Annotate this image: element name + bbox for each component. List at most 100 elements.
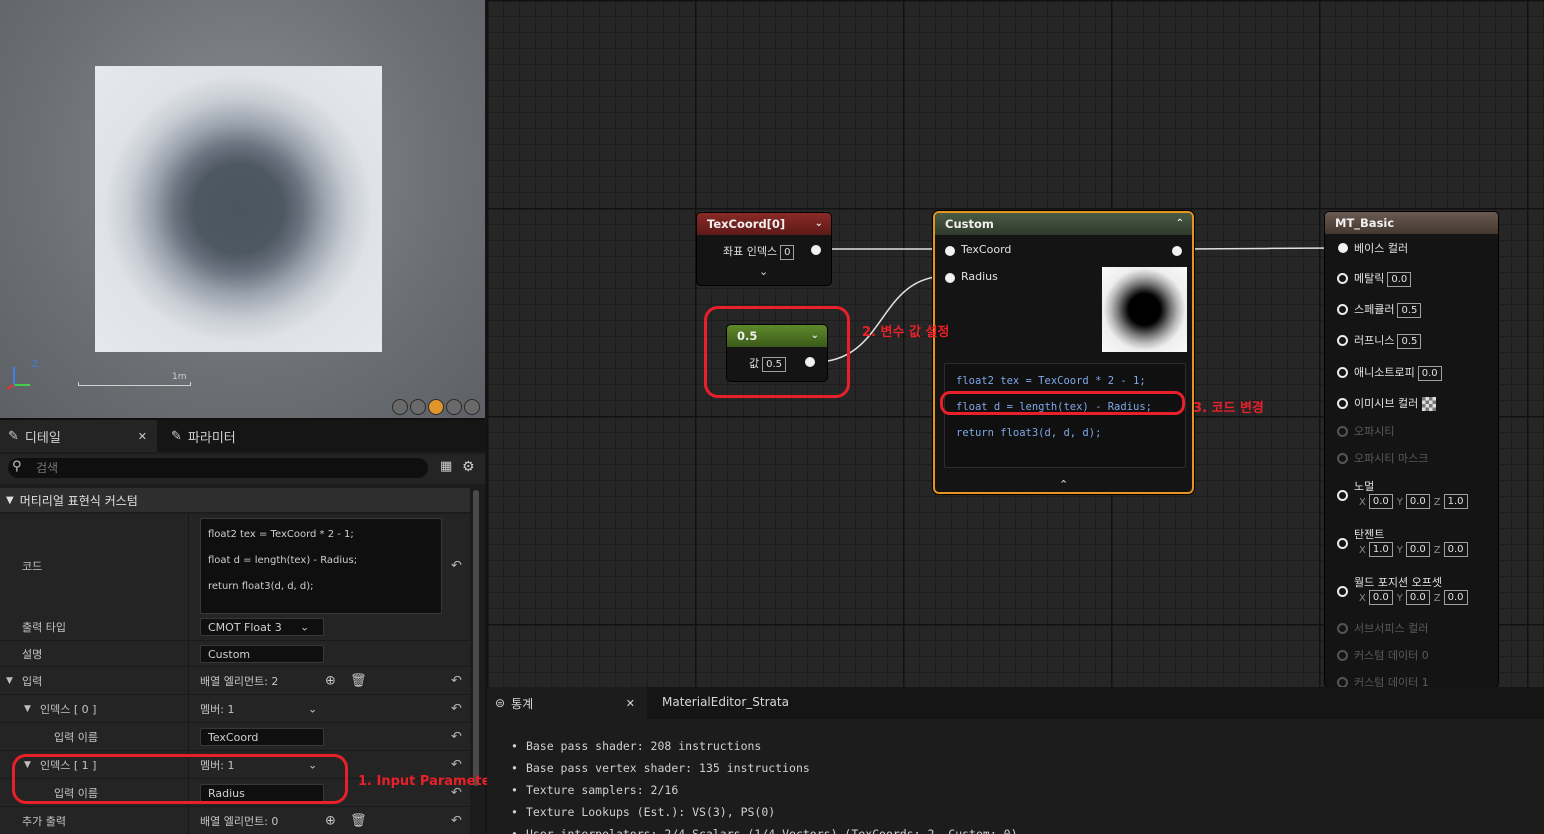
texcoord-output-pin[interactable]	[811, 245, 821, 255]
material-graph[interactable]: TexCoord[0] ⌄ 좌표 인덱스 0 ⌄ 0.5 ⌄ 값 0.5 Custo…	[487, 0, 1544, 687]
reset-arrow-icon[interactable]: ↶	[451, 673, 462, 688]
tab-details[interactable]: ✎ 디테일 ✕	[0, 420, 157, 452]
pencil-icon: ✎	[171, 428, 182, 444]
inputs-count: 배열 엘리먼트: 2	[200, 674, 279, 688]
code-line: float2 tex = TexCoord * 2 - 1;	[208, 529, 354, 540]
sphere-shape-button[interactable]	[410, 399, 426, 415]
metallic-value[interactable]: 0.0	[1387, 271, 1412, 287]
material-result-node[interactable]: MT_Basic 베이스 컬러 메탈릭 0.0 스페큘러 0.5 러프니스 0.5 애…	[1325, 212, 1498, 687]
tab-material-editor-strata[interactable]: MaterialEditor_Strata	[662, 695, 789, 709]
search-input[interactable]	[36, 460, 416, 476]
description-label: 설명	[22, 647, 43, 661]
reset-arrow-icon[interactable]: ↶	[451, 813, 462, 828]
input-name-0-field[interactable]: TexCoord	[200, 727, 324, 746]
custom-data-0-pin	[1337, 650, 1348, 661]
material-result-header[interactable]: MT_Basic	[1325, 212, 1498, 234]
extra-output-count: 배열 엘리먼트: 0	[200, 814, 279, 828]
anisotropy-value[interactable]: 0.0	[1417, 365, 1442, 381]
tab-parameters[interactable]: ✎ 파라미터	[163, 420, 244, 452]
custom-code-area[interactable]: float2 tex = TexCoord * 2 - 1; float d = …	[944, 363, 1186, 468]
reset-arrow-icon[interactable]: ↶	[451, 558, 462, 573]
specular-value[interactable]: 0.5	[1397, 302, 1422, 318]
custom-input-label: Radius	[961, 270, 998, 283]
chevron-down-icon: ▼	[6, 675, 13, 686]
base-color-label: 베이스 컬러	[1354, 242, 1409, 255]
description-row: 설명 Custom	[0, 641, 470, 667]
world-position-offset-vector: X 0.0 Y 0.0 Z 0.0	[1355, 590, 1468, 605]
annotation-box-variable-value	[704, 306, 850, 398]
details-tabbar: ✎ 디테일 ✕ ✎ 파라미터	[0, 420, 485, 452]
chevron-up-icon[interactable]: ⌃	[1176, 218, 1184, 229]
texcoord-input-pin[interactable]	[945, 246, 955, 256]
chevron-down-icon: ▼	[6, 494, 14, 506]
add-circle-icon[interactable]: ⊕	[325, 673, 336, 688]
checker-swatch-icon[interactable]	[1422, 397, 1437, 411]
close-icon[interactable]: ✕	[138, 430, 147, 443]
normal-label: 노멀	[1354, 480, 1375, 493]
roughness-pin[interactable]	[1337, 335, 1348, 346]
reset-arrow-icon[interactable]: ↶	[451, 729, 462, 744]
normal-pin[interactable]	[1337, 490, 1348, 501]
preview-viewport[interactable]: Z 1m	[0, 0, 485, 418]
custom-node-preview	[1102, 267, 1187, 352]
index-0-row[interactable]: ▼ 인덱스 [ 0 ] 멤버: 1 ⌄ ↶	[0, 695, 470, 723]
chevron-down-icon[interactable]: ⌄	[815, 218, 823, 229]
cube-shape-button[interactable]	[446, 399, 462, 415]
output-type-row: 출력 타입 CMOT Float 3 ⌄	[0, 614, 470, 641]
section-header[interactable]: ▼ 머티리얼 표현식 커스텀	[0, 488, 470, 512]
gear-icon[interactable]: ⚙	[462, 459, 475, 475]
roughness-label: 러프니스 0.5	[1354, 332, 1422, 349]
close-icon[interactable]: ✕	[626, 697, 635, 710]
add-circle-icon[interactable]: ⊕	[325, 813, 336, 828]
metallic-pin[interactable]	[1337, 273, 1348, 284]
stats-line: Texture Lookups (Est.): VS(3), PS(0)	[511, 801, 1018, 823]
texcoord-node-header[interactable]: TexCoord[0] ⌄	[697, 213, 831, 235]
axis-gizmo-icon: Z	[6, 360, 38, 390]
world-position-offset-pin[interactable]	[1337, 586, 1348, 597]
output-type-value: CMOT Float 3	[208, 621, 282, 634]
preview-plane	[95, 66, 382, 352]
specular-pin[interactable]	[1337, 304, 1348, 315]
inputs-row[interactable]: ▼ 입력 배열 엘리먼트: 2 ⊕ 🗑 ↶	[0, 667, 470, 695]
table-view-icon[interactable]: ▦	[440, 459, 452, 474]
stats-line: Base pass vertex shader: 135 instruction…	[511, 757, 1018, 779]
pencil-icon: ✎	[8, 428, 19, 444]
tangent-pin[interactable]	[1337, 538, 1348, 549]
code-field[interactable]: float2 tex = TexCoord * 2 - 1; float d =…	[200, 518, 442, 614]
details-scrollbar[interactable]	[472, 488, 480, 788]
custom-data-0-label: 커스텀 데이터 0	[1354, 649, 1429, 662]
tab-details-label: 디테일	[24, 430, 61, 446]
roughness-value[interactable]: 0.5	[1397, 333, 1422, 349]
tab-stats[interactable]: ⊜ 통계 ✕	[487, 687, 647, 719]
trash-icon[interactable]: 🗑	[350, 673, 367, 688]
stats-tabbar: ⊜ 통계 ✕ MaterialEditor_Strata	[487, 687, 1544, 719]
trash-icon[interactable]: 🗑	[350, 813, 367, 828]
texcoord-node[interactable]: TexCoord[0] ⌄ 좌표 인덱스 0 ⌄	[697, 213, 831, 285]
custom-output-pin[interactable]	[1172, 246, 1182, 256]
base-color-pin[interactable]	[1338, 243, 1348, 253]
material-editor: Z 1m ✎ 디테일 ✕ ✎ 파라미터 ⚲ 검색 ▦ ⚙ ▼ 머티리얼 표현식 …	[0, 0, 1544, 834]
plane-shape-button[interactable]	[428, 399, 444, 415]
reset-arrow-icon[interactable]: ↶	[451, 701, 462, 716]
tangent-vector: X 1.0 Y 0.0 Z 0.0	[1355, 542, 1468, 557]
chevron-down-icon[interactable]: ⌄	[759, 265, 768, 278]
custom-node-header[interactable]: Custom ⌃	[935, 213, 1192, 235]
extra-output-row[interactable]: 추가 출력 배열 엘리먼트: 0 ⊕ 🗑 ↶	[0, 807, 470, 834]
emissive-pin[interactable]	[1337, 398, 1348, 409]
description-input[interactable]: Custom	[200, 644, 324, 663]
texcoord-index-value[interactable]: 0	[780, 244, 795, 260]
cylinder-shape-button[interactable]	[392, 399, 408, 415]
output-type-label: 출력 타입	[22, 621, 66, 634]
teapot-shape-button[interactable]	[464, 399, 480, 415]
scale-label: 1m	[172, 372, 187, 382]
opacity-mask-pin	[1337, 453, 1348, 464]
anisotropy-pin[interactable]	[1337, 367, 1348, 378]
description-value: Custom	[208, 647, 251, 661]
texcoord-pin-label: 좌표 인덱스 0	[723, 243, 795, 260]
radius-input-pin[interactable]	[945, 273, 955, 283]
chevron-up-icon[interactable]: ⌃	[1059, 478, 1068, 491]
custom-node[interactable]: Custom ⌃ TexCoord Radius float2 tex = Te…	[933, 211, 1194, 494]
code-line: return float3(d, d, d);	[208, 581, 314, 592]
tab-stats-label: 통계	[511, 696, 534, 711]
chevron-down-icon[interactable]: ⌄	[308, 702, 317, 715]
